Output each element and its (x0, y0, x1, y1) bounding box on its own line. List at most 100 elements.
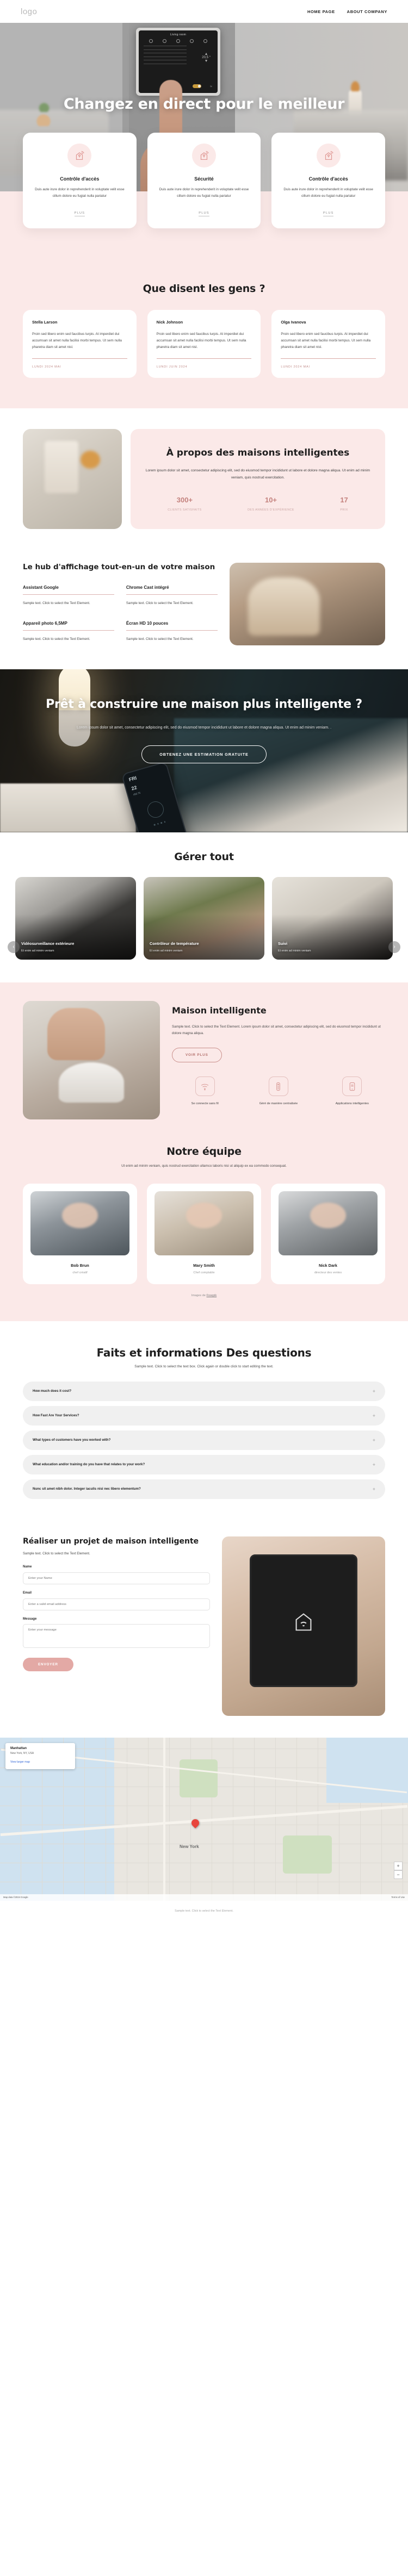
cta-section: FRI 22 450.75 Prêt à construire une mais… (0, 669, 408, 832)
chevron-down-icon: ▼ (204, 59, 208, 63)
feature-card[interactable]: Contrôle d'accès Duis aute irure dolor i… (271, 133, 386, 229)
image-credit: Images de Freepik (23, 1294, 385, 1297)
gallery-item[interactable]: Contrôleur de température Et enim ad min… (144, 876, 264, 960)
faq-item[interactable]: How much does it cost? + (23, 1381, 385, 1401)
team-member: Bob Brun chef créatif (23, 1183, 137, 1284)
zoom-out-button[interactable]: − (394, 1870, 403, 1879)
faq-item[interactable]: Nunc sit amet nibh dolor. Integer iaculi… (23, 1479, 385, 1499)
tablet-temperature: ▲ 20,5 ° ▼ (202, 52, 211, 63)
map-attribution-bar: Map data ©2024 Google Terms of Use (0, 1894, 408, 1901)
smart-home-more-button[interactable]: VOIR PLUS (172, 1048, 222, 1063)
testimonial-date: LUNDI 2024 MAI (32, 365, 61, 369)
plus-icon[interactable]: + (373, 1413, 375, 1418)
gallery-next-arrow[interactable]: › (388, 941, 400, 953)
image-credit-prefix: Images de (191, 1293, 207, 1297)
map-water-secondary (326, 1737, 408, 1803)
map-card-title: Manhattan (10, 1746, 27, 1750)
contact-section: Réaliser un projet de maison intelligent… (0, 1527, 408, 1738)
email-input[interactable] (23, 1598, 210, 1610)
feature-card-link[interactable]: PLUS (323, 211, 334, 217)
hub-feature: Écran HD 10 pouces Sample text. Click to… (126, 621, 218, 642)
map-card-address: New York, NY, USA (10, 1751, 34, 1755)
gallery-prev-arrow[interactable]: ‹ (8, 941, 20, 953)
faq-item[interactable]: What education and/or training do you ha… (23, 1454, 385, 1474)
faq-item[interactable]: What types of customers have you worked … (23, 1430, 385, 1450)
testimonial-name: Nick Johnson (156, 320, 183, 325)
stat-number: 17 (340, 495, 348, 504)
tablet-room-label: Living room (170, 33, 187, 36)
faq-section: Faits et informations Des questions Samp… (0, 1321, 408, 1528)
divider (126, 630, 218, 631)
zoom-in-button[interactable]: + (394, 1861, 403, 1870)
gallery-item[interactable]: Suivi Et enim ad minim veniam (272, 876, 393, 960)
map-park (180, 1759, 218, 1797)
feature-card-title: Sécurité (194, 176, 214, 182)
landing-page: logo HOME PAGE ABOUT COMPANY Living room (0, 0, 408, 1922)
feature-cards-band: Contrôle d'accès Duis aute irure dolor i… (0, 133, 408, 278)
cta-title: Prêt à construire une maison plus intell… (46, 697, 362, 711)
gallery-item[interactable]: Vidéosurveillance extérieure Et enim ad … (15, 876, 136, 960)
testimonial-text: Proin sed libero enim sed faucibus turpi… (156, 332, 246, 349)
divider (32, 358, 127, 359)
submit-button[interactable]: ENVOYER (23, 1657, 73, 1671)
contact-subtitle: Sample text. Click to select the Text El… (23, 1551, 90, 1555)
plus-icon[interactable]: + (373, 1462, 375, 1467)
plus-icon[interactable]: + (373, 1486, 375, 1492)
gallery-title: Gérer tout (174, 850, 234, 863)
faq-item[interactable]: How Fast Are Your Services? + (23, 1405, 385, 1426)
map-zoom-controls[interactable]: + − (394, 1861, 403, 1879)
contact-image (222, 1536, 385, 1716)
hub-image (229, 562, 385, 645)
cta-text: Lorem ipsum dolor sit amet, consectetur … (76, 725, 332, 730)
name-input[interactable] (23, 1572, 210, 1584)
chevron-up-icon: ▲ (204, 52, 208, 56)
app-icon (342, 1077, 362, 1097)
feature-card-link[interactable]: PLUS (199, 211, 209, 217)
nav-item-about-company[interactable]: ABOUT COMPANY (347, 9, 387, 14)
feature-card-title: Contrôle d'accès (308, 176, 348, 182)
remote-icon (268, 1077, 288, 1097)
testimonial-date: LUNDI 2024 MAI (281, 365, 310, 369)
faq-title: Faits et informations Des questions (96, 1346, 312, 1359)
schedule-row (144, 49, 187, 50)
map-info-card[interactable]: Manhattan New York, NY, USA View larger … (5, 1743, 75, 1770)
tablet-device (250, 1554, 357, 1687)
feature-card-text: Duis aute irure dolor in reprehenderit i… (35, 188, 125, 198)
wifi-icon (195, 1077, 215, 1097)
message-input[interactable] (23, 1623, 210, 1648)
email-label: Email (23, 1591, 32, 1595)
faq-question: Nunc sit amet nibh dolor. Integer iaculi… (33, 1487, 141, 1491)
hub-feature-text: Sample text. Click to select the Text El… (23, 637, 90, 641)
map-section[interactable]: New York Manhattan New York, NY, USA Vie… (0, 1737, 408, 1901)
divider (281, 358, 376, 359)
gallery-item-text: Et enim ad minim veniam (21, 949, 54, 953)
nav-item-home-page[interactable]: HOME PAGE (307, 9, 335, 14)
testimonials-row: Stella Larson Proin sed libero enim sed … (23, 310, 386, 378)
team-member-role: directeur des ventes (314, 1271, 342, 1274)
hub-content: Le hub d'affichage tout-en-un de votre m… (23, 563, 218, 642)
cta-estimate-button[interactable]: OBTENEZ UNE ESTIMATION GRATUITE (141, 745, 267, 764)
gallery-item-title: Vidéosurveillance extérieure (21, 941, 75, 946)
plus-icon[interactable]: + (373, 1438, 375, 1443)
feature-card[interactable]: Sécurité Duis aute irure dolor in repreh… (147, 133, 261, 229)
smart-home-content: Maison intelligente Sample text. Click t… (172, 1001, 385, 1107)
plus-icon[interactable]: + (373, 1389, 375, 1394)
sun-icon (163, 39, 166, 43)
avatar (30, 1191, 129, 1255)
gallery-section: Gérer tout ‹ › Vidéosurveillance extérie… (0, 832, 408, 982)
image-credit-link[interactable]: Freepik (207, 1294, 217, 1297)
team-section: Notre équipe Ut enim ad minim veniam, qu… (0, 1141, 408, 1321)
faq-question: What types of customers have you worked … (33, 1438, 111, 1442)
smart-feature-label: Applications intelligentes (335, 1102, 369, 1106)
team-title: Notre équipe (166, 1145, 242, 1158)
feature-card[interactable]: Contrôle d'accès Duis aute irure dolor i… (23, 133, 137, 229)
feature-card-text: Duis aute irure dolor in reprehenderit i… (159, 188, 249, 198)
site-logo[interactable]: logo (21, 7, 37, 16)
contact-title: Réaliser un projet de maison intelligent… (23, 1536, 199, 1546)
map-terms[interactable]: Terms of Use (391, 1896, 405, 1899)
testimonial-card: Stella Larson Proin sed libero enim sed … (23, 310, 137, 378)
feature-card-link[interactable]: PLUS (74, 211, 85, 217)
map-larger-link[interactable]: View larger map (10, 1760, 30, 1764)
smart-feature-label: Se connecte sans fil (191, 1102, 219, 1106)
hub-feature-text: Sample text. Click to select the Text El… (126, 637, 194, 641)
